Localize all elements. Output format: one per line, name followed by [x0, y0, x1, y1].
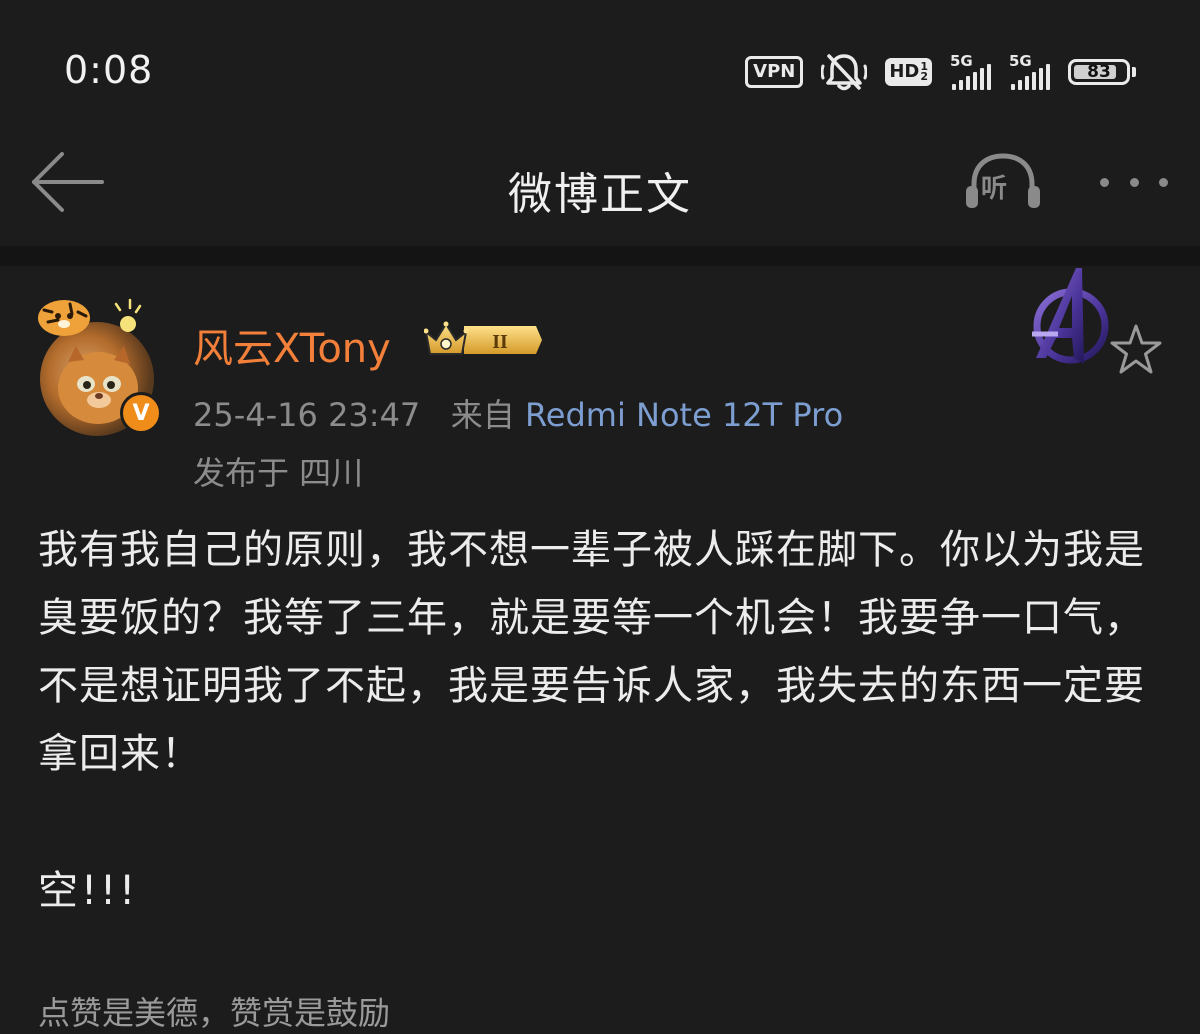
section-divider — [0, 246, 1200, 266]
more-options-button[interactable] — [1094, 166, 1174, 198]
hd-voice-icon: HD 1 2 — [885, 58, 932, 86]
status-icons: VPN HD 1 2 5G 5G 83 — [745, 50, 1136, 94]
status-bar: 0:08 VPN HD 1 2 5G 5G 83 — [0, 0, 1200, 140]
dot-icon — [1129, 177, 1139, 187]
mute-bell-icon — [821, 54, 868, 91]
post-card: V 风云XTony II 25-4-16 23:47 来自 Redmi Note… — [0, 266, 1200, 1032]
post-body-cut-off: 点赞是美德，赞赏是鼓励 — [38, 994, 391, 1032]
battery-level-text: 83 — [1087, 62, 1111, 82]
sim1-network-label: 5G — [950, 52, 973, 70]
battery-tip — [1132, 67, 1136, 77]
avengers-badge-icon — [1032, 268, 1109, 364]
listen-label: 听 — [981, 174, 1008, 204]
post-body-text: 我有我自己的原则，我不想一辈子被人踩在脚下。你以为我是臭要饭的？我等了三年，就是… — [38, 527, 1145, 777]
post-timestamp: 25-4-16 23:47 — [193, 396, 421, 434]
vpn-icon: VPN — [745, 56, 804, 88]
sim2-signal-icon: 5G — [1009, 52, 1050, 90]
sim2-network-label: 5G — [1009, 52, 1032, 70]
tiger-decoration-icon — [38, 298, 142, 336]
hd-sub-bottom: 2 — [920, 70, 928, 83]
post-source-link[interactable]: Redmi Note 12T Pro — [525, 396, 843, 434]
battery-icon: 83 — [1068, 59, 1136, 85]
dot-icon — [1100, 177, 1109, 187]
vip-crown-badge-icon[interactable]: II — [424, 320, 544, 360]
post-meta: 25-4-16 23:47 来自 Redmi Note 12T Pro — [193, 390, 843, 436]
listen-button[interactable]: 听 — [962, 150, 1044, 214]
hd-text: HD — [889, 61, 920, 82]
post-body-extra: 空!!! — [38, 868, 139, 914]
vip-level-label: II — [492, 331, 508, 353]
source-prefix: 来自 — [450, 396, 515, 434]
verified-badge: V — [120, 392, 162, 434]
sim1-signal-icon: 5G — [950, 52, 991, 90]
author-name[interactable]: 风云XTony — [193, 316, 391, 374]
hd-sub: 1 2 — [920, 61, 928, 83]
nav-bar: 微博正文 听 — [0, 140, 1200, 246]
status-time: 0:08 — [64, 48, 154, 92]
dot-icon — [1159, 177, 1168, 187]
favorite-star-icon[interactable] — [1108, 322, 1164, 378]
post-location: 发布于 四川 — [193, 454, 364, 492]
battery-body: 83 — [1068, 59, 1130, 85]
